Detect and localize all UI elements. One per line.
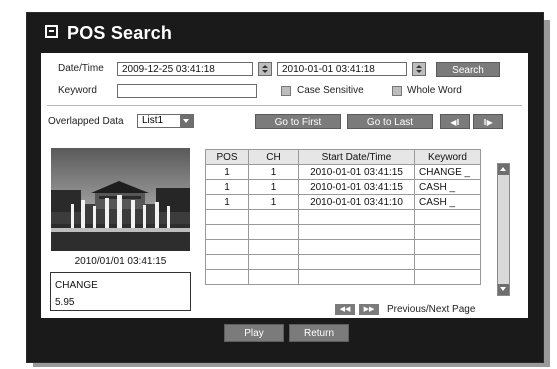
keyword-input[interactable]	[117, 84, 257, 98]
case-sensitive-label: Case Sensitive	[297, 85, 364, 96]
cell-keyword: CASH _	[414, 179, 481, 195]
case-sensitive-checkbox[interactable]	[281, 86, 291, 96]
cell-ch: 1	[248, 194, 299, 210]
cell-datetime	[298, 224, 415, 240]
header-pos: POS	[205, 149, 249, 165]
cell-pos	[205, 224, 249, 240]
cell-keyword	[414, 254, 481, 270]
start-datetime-field[interactable]: 2009-12-25 03:41:18	[117, 62, 253, 76]
go-to-last-button[interactable]: Go to Last	[347, 114, 433, 129]
table-row[interactable]: 1 1 2010-01-01 03:41:15 CHANGE _	[205, 164, 481, 180]
table-header-row: POS CH Start Date/Time Keyword	[205, 149, 481, 165]
cell-pos	[205, 254, 249, 270]
header-keyword: Keyword	[414, 149, 481, 165]
search-button[interactable]: Search	[436, 62, 500, 77]
cell-ch	[248, 269, 299, 285]
table-row[interactable]: 1 1 2010-01-01 03:41:10 CASH _	[205, 194, 481, 210]
end-datetime-spinner[interactable]	[412, 62, 426, 76]
content-panel: Date/Time 2009-12-25 03:41:18 2010-01-01…	[41, 53, 528, 318]
table-row[interactable]	[205, 239, 481, 255]
cell-datetime	[298, 209, 415, 225]
step-forward-icon[interactable]: ‖▶	[473, 114, 503, 129]
window-title: POS Search	[45, 23, 172, 44]
menu-box-icon	[45, 25, 58, 38]
cell-keyword	[414, 224, 481, 240]
previous-next-page-label: Previous/Next Page	[387, 304, 476, 315]
cell-pos: 1	[205, 164, 249, 180]
table-row[interactable]	[205, 254, 481, 270]
cell-datetime	[298, 269, 415, 285]
go-to-first-button[interactable]: Go to First	[255, 114, 341, 129]
window-title-text: POS Search	[67, 23, 173, 43]
chevron-down-icon	[180, 115, 193, 127]
separator	[47, 105, 522, 106]
cell-keyword: CASH _	[414, 194, 481, 210]
cell-pos	[205, 239, 249, 255]
table-scrollbar[interactable]	[497, 163, 510, 296]
table-row[interactable]	[205, 224, 481, 240]
step-back-icon[interactable]: ◀‖	[440, 114, 470, 129]
cell-keyword	[414, 209, 481, 225]
scroll-up-icon[interactable]	[498, 164, 509, 175]
cell-datetime	[298, 254, 415, 270]
cell-keyword: CHANGE _	[414, 164, 481, 180]
header-ch: CH	[248, 149, 299, 165]
results-table: POS CH Start Date/Time Keyword 1 1 2010-01…	[205, 149, 481, 285]
pos-text-line-2: 5.95	[55, 297, 75, 308]
datetime-label: Date/Time	[58, 63, 104, 74]
preview-image	[51, 148, 190, 251]
end-datetime-field[interactable]: 2010-01-01 03:41:18	[277, 62, 407, 76]
cell-ch	[248, 254, 299, 270]
start-datetime-spinner[interactable]	[258, 62, 272, 76]
cell-pos	[205, 269, 249, 285]
cell-datetime: 2010-01-01 03:41:10	[298, 194, 415, 210]
return-button[interactable]: Return	[289, 324, 349, 342]
cell-pos: 1	[205, 179, 249, 195]
cell-datetime	[298, 239, 415, 255]
header-start-datetime: Start Date/Time	[298, 149, 415, 165]
table-row[interactable]	[205, 209, 481, 225]
cell-ch	[248, 224, 299, 240]
pos-text-box: CHANGE 5.95	[50, 272, 191, 311]
preview-timestamp: 2010/01/01 03:41:15	[74, 256, 167, 267]
play-button[interactable]: Play	[224, 324, 284, 342]
fast-forward-icon[interactable]: ▶▶	[359, 304, 379, 315]
cell-pos	[205, 209, 249, 225]
cell-ch	[248, 239, 299, 255]
scroll-down-icon[interactable]	[498, 284, 509, 295]
table-row[interactable]	[205, 269, 481, 285]
overlapped-data-select[interactable]: List1	[137, 114, 194, 128]
cell-ch	[248, 209, 299, 225]
cell-keyword	[414, 269, 481, 285]
whole-word-label: Whole Word	[407, 85, 462, 96]
pos-text-line-1: CHANGE	[55, 280, 98, 291]
keyword-label: Keyword	[58, 85, 97, 96]
overlapped-data-label: Overlapped Data	[48, 116, 124, 127]
cell-ch: 1	[248, 179, 299, 195]
rewind-icon[interactable]: ◀◀	[335, 304, 355, 315]
cell-datetime: 2010-01-01 03:41:15	[298, 164, 415, 180]
cell-ch: 1	[248, 164, 299, 180]
cell-datetime: 2010-01-01 03:41:15	[298, 179, 415, 195]
cell-keyword	[414, 239, 481, 255]
cell-pos: 1	[205, 194, 249, 210]
table-row[interactable]: 1 1 2010-01-01 03:41:15 CASH _	[205, 179, 481, 195]
pos-search-window: POS Search Date/Time 2009-12-25 03:41:18…	[26, 12, 544, 363]
whole-word-checkbox[interactable]	[392, 86, 402, 96]
fountain-palace-image	[51, 148, 190, 251]
overlapped-data-value: List1	[142, 115, 164, 126]
